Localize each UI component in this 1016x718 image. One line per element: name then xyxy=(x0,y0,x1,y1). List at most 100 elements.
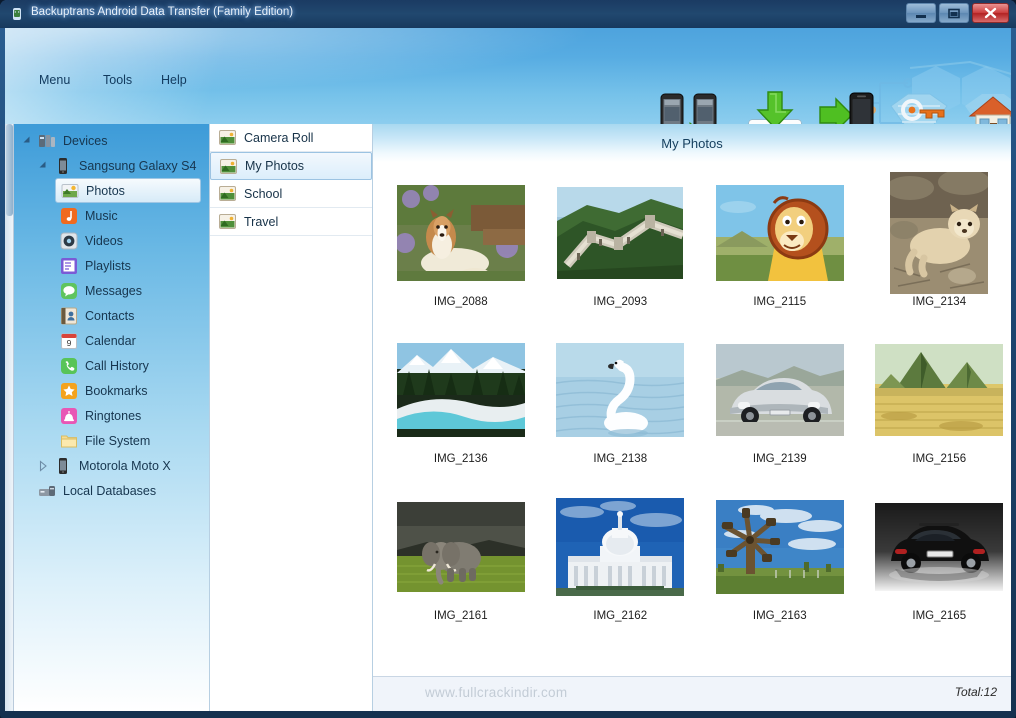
sidebar-item-label: Messages xyxy=(85,283,142,298)
tree-node-label: Local Databases xyxy=(63,483,157,498)
content-footer: www.fullcrackindir.com Total:12 xyxy=(373,676,1011,711)
thumbnail-wrapper[interactable] xyxy=(708,331,852,449)
photo-cell[interactable]: IMG_2093 xyxy=(549,174,693,331)
mountain-river-snow-thumbnail[interactable] xyxy=(396,343,525,437)
tree-scrollbar-thumb[interactable] xyxy=(6,124,13,216)
album-list-panel: Camera Roll My Photos School Travel xyxy=(209,124,373,711)
silver-sports-car-thumbnail[interactable] xyxy=(715,344,844,436)
thumbnail-wrapper[interactable] xyxy=(868,488,1012,606)
menu-item-help[interactable]: Help xyxy=(153,70,195,90)
great-wall-of-china-thumbnail[interactable] xyxy=(557,187,684,279)
tree-node-motorola-moto-x[interactable]: Motorola Moto X xyxy=(35,453,171,478)
photo-grid-row: IMG_2161 IMG_2162 IMG_2163 IMG_2165 xyxy=(373,488,1011,645)
photo-cell[interactable]: IMG_2139 xyxy=(708,331,852,488)
album-item-camera-roll[interactable]: Camera Roll xyxy=(210,124,372,152)
photo-caption: IMG_2134 xyxy=(912,296,967,308)
album-item-travel[interactable]: Travel xyxy=(210,208,372,236)
sidebar-item-ringtones[interactable]: Ringtones xyxy=(60,403,141,428)
album-item-my-photos[interactable]: My Photos xyxy=(210,152,372,180)
photo-cell[interactable]: IMG_2134 xyxy=(868,172,1012,331)
album-item-school[interactable]: School xyxy=(210,180,372,208)
twisty-none xyxy=(19,483,35,499)
tree-scrollbar[interactable] xyxy=(5,124,14,711)
sidebar-item-videos[interactable]: Videos xyxy=(60,228,123,253)
sidebar-item-label: Calendar xyxy=(85,333,136,348)
photo-cell[interactable]: IMG_2088 xyxy=(389,174,533,331)
collie-dog-in-garden-thumbnail[interactable] xyxy=(396,185,525,281)
page-title: My Photos xyxy=(661,135,723,151)
tree-node-label: Motorola Moto X xyxy=(79,458,171,473)
sidebar-item-label: Call History xyxy=(85,358,149,373)
photo-grid: IMG_2088 IMG_2093 IMG_2115 IMG_2134 IMG_… xyxy=(373,162,1011,676)
twisty-expanded-icon[interactable] xyxy=(35,158,51,174)
photo-cell[interactable]: IMG_2161 xyxy=(389,488,533,645)
sidebar-item-label: Photos xyxy=(86,183,125,198)
photo-cell[interactable]: IMG_2156 xyxy=(868,331,1012,488)
thumbnail-wrapper[interactable] xyxy=(549,331,693,449)
tree-node-devices[interactable]: Devices xyxy=(19,128,107,153)
menu-item-tools[interactable]: Tools xyxy=(95,70,140,90)
photo-cell[interactable]: IMG_2138 xyxy=(549,331,693,488)
phone-to-phone-transfer-icon[interactable] xyxy=(660,90,722,124)
restore-to-phone-icon[interactable] xyxy=(818,90,874,124)
menu-bar: Menu Tools Help xyxy=(5,28,1011,124)
sidebar-item-music[interactable]: Music xyxy=(60,203,118,228)
album-item-label: Camera Roll xyxy=(244,130,314,145)
twisty-expanded-icon[interactable] xyxy=(19,133,35,149)
cartoon-lion-thumbnail[interactable] xyxy=(715,185,844,281)
tree-node-samsung-galaxy-s4[interactable]: Sangsung Galaxy S4 xyxy=(35,153,196,178)
thumbnail-wrapper[interactable] xyxy=(708,488,852,606)
photo-cell[interactable]: IMG_2115 xyxy=(708,174,852,331)
us-capitol-building-thumbnail[interactable] xyxy=(556,498,685,596)
album-icon xyxy=(219,130,236,145)
restore-icon[interactable] xyxy=(939,3,969,23)
minimize-icon[interactable] xyxy=(906,3,936,23)
thumbnail-wrapper[interactable] xyxy=(868,331,1012,449)
tree-node-label: Devices xyxy=(63,133,108,148)
license-key-icon[interactable] xyxy=(888,90,950,124)
pyramids-desert-thumbnail[interactable] xyxy=(875,344,1004,436)
home-icon[interactable] xyxy=(962,90,1011,124)
twisty-collapsed-icon[interactable] xyxy=(35,458,51,474)
sidebar-item-photos[interactable]: Photos xyxy=(55,178,201,203)
album-icon xyxy=(220,158,237,174)
photo-grid-row: IMG_2136 IMG_2138 IMG_2139 IMG_2156 xyxy=(373,331,1011,488)
lion-cub-on-rocks-thumbnail[interactable] xyxy=(890,172,989,294)
menu-item-menu[interactable]: Menu xyxy=(31,70,78,90)
sidebar-item-calendar[interactable]: 9 Calendar xyxy=(60,328,136,353)
photo-cell[interactable]: IMG_2165 xyxy=(868,488,1012,645)
backup-to-computer-icon[interactable] xyxy=(746,90,804,124)
thumbnail-wrapper[interactable] xyxy=(389,488,533,606)
white-swan-on-lake-thumbnail[interactable] xyxy=(556,343,685,437)
thumbnail-wrapper[interactable] xyxy=(389,174,533,292)
call-history-icon xyxy=(60,357,78,375)
sidebar-item-call-history[interactable]: Call History xyxy=(60,353,149,378)
photo-caption: IMG_2136 xyxy=(433,453,488,465)
black-estate-car-thumbnail[interactable] xyxy=(875,503,1004,591)
elephant-in-field-thumbnail[interactable] xyxy=(396,502,525,592)
thumbnail-wrapper[interactable] xyxy=(549,174,693,292)
sidebar-item-playlists[interactable]: Playlists xyxy=(60,253,131,278)
thumbnail-wrapper[interactable] xyxy=(389,331,533,449)
photo-cell[interactable]: IMG_2136 xyxy=(389,331,533,488)
tree-node-local-databases[interactable]: Local Databases xyxy=(19,478,156,503)
sidebar-item-messages[interactable]: Messages xyxy=(60,278,142,303)
sidebar-item-contacts[interactable]: Contacts xyxy=(60,303,134,328)
videos-icon xyxy=(60,232,78,250)
album-item-label: Travel xyxy=(244,214,279,229)
svg-text:9: 9 xyxy=(67,338,72,348)
photos-icon xyxy=(61,182,79,200)
sidebar-item-file-system[interactable]: File System xyxy=(60,428,150,453)
thumbnail-wrapper[interactable] xyxy=(868,172,1012,294)
sidebar-item-bookmarks[interactable]: Bookmarks xyxy=(60,378,148,403)
thumbnail-wrapper[interactable] xyxy=(549,488,693,606)
close-icon[interactable] xyxy=(972,3,1009,23)
window-title: Backuptrans Android Data Transfer (Famil… xyxy=(31,6,294,18)
photo-caption: IMG_2165 xyxy=(912,610,967,622)
photo-cell[interactable]: IMG_2162 xyxy=(549,488,693,645)
photo-cell[interactable]: IMG_2163 xyxy=(708,488,852,645)
album-item-label: School xyxy=(244,186,283,201)
devices-icon xyxy=(38,132,56,150)
wooden-windmill-thumbnail[interactable] xyxy=(715,500,844,594)
thumbnail-wrapper[interactable] xyxy=(708,174,852,292)
